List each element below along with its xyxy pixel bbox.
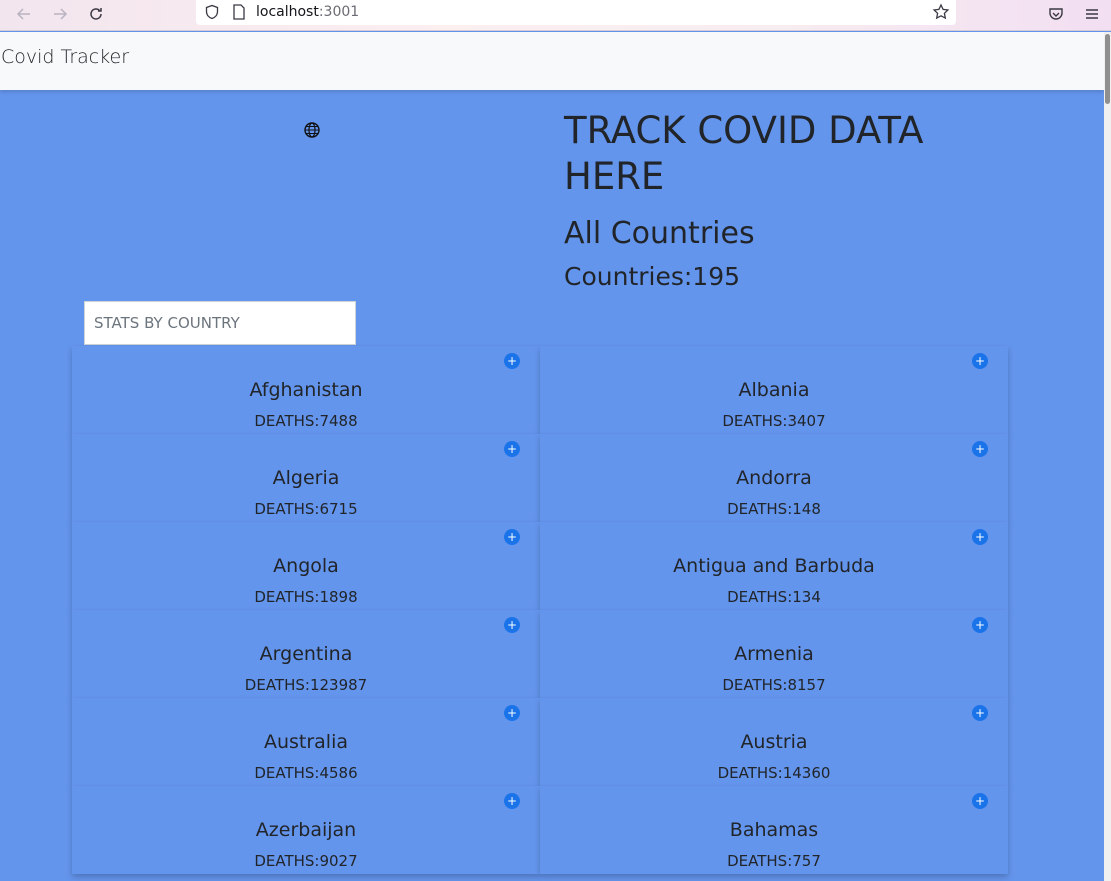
add-icon[interactable]: +	[972, 793, 988, 809]
add-icon[interactable]: +	[972, 353, 988, 369]
search-input[interactable]	[84, 301, 356, 345]
country-name: Angola	[273, 555, 339, 577]
navbar: Covid Tracker	[0, 32, 1104, 90]
url-port: :3001	[318, 4, 360, 20]
country-deaths: DEATHS:4586	[254, 764, 358, 782]
add-icon[interactable]: +	[972, 617, 988, 633]
country-name: Austria	[740, 731, 808, 753]
country-name: Argentina	[259, 643, 353, 665]
country-grid: + Afghanistan DEATHS:7488 + Albania DEATHS:3…	[72, 346, 1008, 874]
url-host: localhost	[256, 4, 319, 20]
url-text: localhost:3001	[256, 4, 359, 20]
country-card: + Albania DEATHS:3407	[540, 346, 1008, 434]
country-name: Armenia	[734, 643, 814, 665]
country-card: + Andorra DEATHS:148	[540, 434, 1008, 522]
country-deaths: DEATHS:3407	[722, 412, 826, 430]
country-card: + Bahamas DEATHS:757	[540, 786, 1008, 874]
country-deaths: DEATHS:14360	[717, 764, 831, 782]
globe-icon	[304, 122, 320, 138]
country-name: Azerbaijan	[255, 819, 357, 841]
country-deaths: DEATHS:9027	[254, 852, 358, 870]
country-name: Algeria	[272, 467, 340, 489]
country-card: + Argentina DEATHS:123987	[72, 610, 540, 698]
forward-arrow-icon[interactable]	[48, 2, 72, 26]
country-card: + Azerbaijan DEATHS:9027	[72, 786, 540, 874]
country-deaths: DEATHS:1898	[254, 588, 358, 606]
country-deaths: DEATHS:134	[727, 588, 821, 606]
countries-count: Countries:195	[564, 262, 741, 291]
country-deaths: DEATHS:7488	[254, 412, 358, 430]
star-icon[interactable]	[932, 3, 950, 25]
add-icon[interactable]: +	[504, 353, 520, 369]
country-deaths: DEATHS:757	[727, 852, 821, 870]
back-arrow-icon[interactable]	[12, 2, 36, 26]
country-card: + Austria DEATHS:14360	[540, 698, 1008, 786]
country-card: + Angola DEATHS:1898	[72, 522, 540, 610]
add-icon[interactable]: +	[504, 617, 520, 633]
add-icon[interactable]: +	[504, 793, 520, 809]
scrollbar[interactable]	[1104, 32, 1111, 881]
add-icon[interactable]: +	[504, 441, 520, 457]
page-icon	[232, 4, 246, 24]
add-icon[interactable]: +	[504, 529, 520, 545]
country-deaths: DEATHS:148	[727, 500, 821, 518]
country-name: Australia	[263, 731, 349, 753]
add-icon[interactable]: +	[972, 529, 988, 545]
country-card: + Afghanistan DEATHS:7488	[72, 346, 540, 434]
country-name: Bahamas	[729, 819, 819, 841]
scrollbar-thumb[interactable]	[1105, 34, 1110, 104]
shield-icon[interactable]	[204, 4, 220, 24]
country-name: Albania	[738, 379, 810, 401]
country-deaths: DEATHS:123987	[244, 676, 368, 694]
browser-toolbar: localhost:3001	[0, 0, 1111, 31]
country-name: Andorra	[736, 467, 812, 489]
pocket-icon[interactable]	[1044, 2, 1068, 26]
country-deaths: DEATHS:8157	[722, 676, 826, 694]
country-card: + Antigua and Barbuda DEATHS:134	[540, 522, 1008, 610]
url-bar[interactable]: localhost:3001	[196, 0, 956, 25]
country-card: + Algeria DEATHS:6715	[72, 434, 540, 522]
reload-icon[interactable]	[84, 2, 108, 26]
country-name: Antigua and Barbuda	[673, 555, 875, 577]
navbar-brand[interactable]: Covid Tracker	[1, 46, 129, 68]
country-card: + Australia DEATHS:4586	[72, 698, 540, 786]
add-icon[interactable]: +	[972, 705, 988, 721]
country-card: + Armenia DEATHS:8157	[540, 610, 1008, 698]
country-deaths: DEATHS:6715	[254, 500, 358, 518]
add-icon[interactable]: +	[972, 441, 988, 457]
menu-icon[interactable]	[1080, 2, 1104, 26]
page-title: TRACK COVID DATA HERE	[564, 109, 924, 198]
page-subtitle: All Countries	[564, 216, 755, 251]
add-icon[interactable]: +	[504, 705, 520, 721]
country-name: Afghanistan	[249, 379, 363, 401]
